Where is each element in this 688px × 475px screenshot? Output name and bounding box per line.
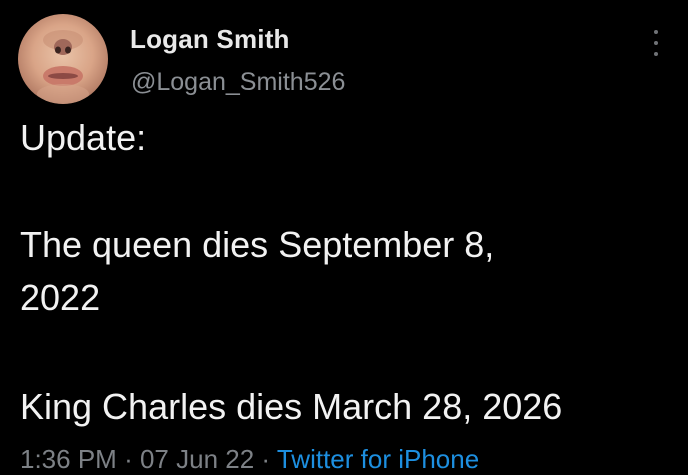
more-dot xyxy=(654,41,658,45)
more-dot xyxy=(654,30,658,34)
tweet-text-line: Update: xyxy=(20,117,147,158)
author-display-name[interactable]: Logan Smith xyxy=(130,24,290,55)
meta-separator: · xyxy=(261,444,271,474)
more-dot xyxy=(654,52,658,56)
tweet-meta: 1:36 PM · 07 Jun 22 · Twitter for iPhone xyxy=(20,444,479,475)
meta-separator: · xyxy=(124,444,133,474)
tweet-time[interactable]: 1:36 PM xyxy=(20,444,117,474)
tweet-text-line: King Charles dies March 28, 2026 xyxy=(20,386,563,427)
tweet-source-link[interactable]: Twitter for iPhone xyxy=(277,444,479,474)
avatar-face-image xyxy=(37,30,89,104)
author-handle[interactable]: @Logan_Smith526 xyxy=(131,68,345,97)
avatar[interactable] xyxy=(18,14,108,104)
tweet-text-line: The queen dies September 8, xyxy=(20,224,495,265)
tweet-date[interactable]: 07 Jun 22 xyxy=(140,444,254,474)
more-vertical-icon[interactable] xyxy=(648,30,664,56)
tweet-text-line: 2022 xyxy=(20,277,101,318)
